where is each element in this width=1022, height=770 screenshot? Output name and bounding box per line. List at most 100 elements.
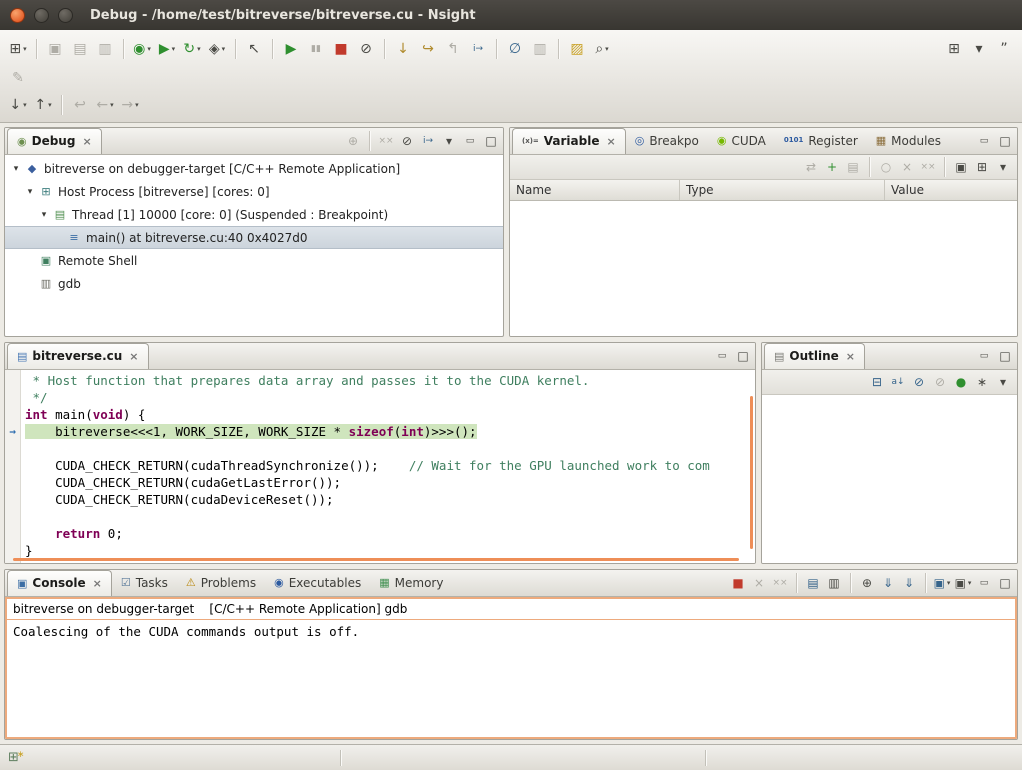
- minimize-icon[interactable]: ▭: [460, 131, 480, 151]
- close-icon[interactable]: ×: [93, 577, 102, 590]
- step-into-icon[interactable]: ↓: [391, 37, 415, 61]
- column-header-value[interactable]: Value: [885, 180, 1017, 200]
- tab-tasks[interactable]: ☑Tasks: [112, 570, 177, 596]
- remove-all-variables-icon[interactable]: ××: [918, 157, 938, 177]
- save-all-icon[interactable]: ▤: [68, 37, 92, 61]
- pin-console-icon[interactable]: ⊕: [857, 573, 877, 593]
- instruction-stepping-icon[interactable]: i→: [466, 37, 490, 61]
- tab-variable[interactable]: (x)=Variable×: [512, 128, 626, 154]
- maximize-icon[interactable]: □: [995, 131, 1015, 151]
- link-with-debug-icon[interactable]: ⊞: [972, 157, 992, 177]
- expander-icon[interactable]: ▾: [37, 210, 51, 220]
- remove-variable-icon[interactable]: ×: [897, 157, 917, 177]
- open-console-icon[interactable]: ▣▾: [932, 573, 952, 593]
- display-console-icon[interactable]: ▣▾: [953, 573, 973, 593]
- hide-static-icon[interactable]: ⊘: [930, 372, 950, 392]
- maximize-icon[interactable]: □: [995, 573, 1015, 593]
- profile-icon[interactable]: ↻▾: [180, 37, 204, 61]
- code-editor[interactable]: → * Host function that prepares data arr…: [5, 370, 755, 563]
- tab-cuda[interactable]: ◉CUDA: [708, 128, 775, 154]
- minimize-icon[interactable]: ▭: [974, 346, 994, 366]
- variables-table-body[interactable]: [510, 201, 1017, 336]
- debug-tree-item[interactable]: ▾⊞Host Process [bitreverse] [cores: 0]: [5, 180, 503, 203]
- hide-fields-icon[interactable]: ⊘: [909, 372, 929, 392]
- disconnect-view-icon[interactable]: ⊘: [397, 131, 417, 151]
- expander-icon[interactable]: ▾: [23, 187, 37, 197]
- column-header-type[interactable]: Type: [680, 180, 885, 200]
- close-icon[interactable]: ×: [129, 350, 138, 363]
- search-icon[interactable]: ⌕▾: [590, 37, 614, 61]
- expander-icon[interactable]: ▾: [9, 164, 23, 174]
- window-maximize-button[interactable]: [58, 8, 73, 23]
- column-header-name[interactable]: Name: [510, 180, 680, 200]
- maximize-icon[interactable]: □: [733, 346, 753, 366]
- close-icon[interactable]: ×: [82, 135, 91, 148]
- clear-console-icon[interactable]: ▤: [803, 573, 823, 593]
- disable-variable-icon[interactable]: ○: [876, 157, 896, 177]
- tab-debug[interactable]: ◉Debug×: [7, 128, 102, 154]
- tab-console[interactable]: ▣Console×: [7, 570, 112, 596]
- maximize-icon[interactable]: □: [995, 346, 1015, 366]
- tab-bitreverse-cu[interactable]: ▤bitreverse.cu×: [7, 343, 149, 369]
- remove-all-launches-icon[interactable]: ××: [770, 573, 790, 593]
- vertical-scrollbar[interactable]: [750, 396, 753, 549]
- horizontal-scrollbar[interactable]: [13, 558, 739, 561]
- scroll-lock-icon[interactable]: ▥: [824, 573, 844, 593]
- resume-icon[interactable]: ▶: [279, 37, 303, 61]
- remove-launch-icon[interactable]: ×: [749, 573, 769, 593]
- maximize-icon[interactable]: □: [481, 131, 501, 151]
- forward-icon[interactable]: →▾: [118, 93, 142, 117]
- new-wizard-icon[interactable]: ⊞▾: [6, 37, 30, 61]
- step-return-icon[interactable]: ↰: [441, 37, 465, 61]
- toolbar-overflow-icon[interactable]: ”: [992, 37, 1016, 61]
- drop-to-frame-icon[interactable]: ▥: [528, 37, 552, 61]
- new-view-icon[interactable]: ▣: [951, 157, 971, 177]
- copy-variables-icon[interactable]: ▤: [843, 157, 863, 177]
- window-minimize-button[interactable]: [34, 8, 49, 23]
- show-stdout-icon[interactable]: ⇓: [878, 573, 898, 593]
- add-global-variables-icon[interactable]: +: [822, 157, 842, 177]
- next-annotation-icon[interactable]: ↓▾: [6, 93, 30, 117]
- debug-tree-item[interactable]: ▣Remote Shell: [5, 249, 503, 272]
- disconnect-icon[interactable]: ⊘: [354, 37, 378, 61]
- console-body[interactable]: bitreverse on debugger-target [C/C++ Rem…: [5, 597, 1017, 739]
- debug-tree-item[interactable]: ▾◆bitreverse on debugger-target [C/C++ R…: [5, 157, 503, 180]
- open-element-icon[interactable]: ▨: [565, 37, 589, 61]
- minimize-icon[interactable]: ▭: [974, 131, 994, 151]
- open-perspective-icon[interactable]: ⊞: [942, 37, 966, 61]
- print-icon[interactable]: ▥: [93, 37, 117, 61]
- skip-breakpoints-icon[interactable]: ∅: [503, 37, 527, 61]
- console-output[interactable]: Coalescing of the CUDA commands output i…: [7, 620, 1015, 737]
- show-stderr-icon[interactable]: ⇓: [899, 573, 919, 593]
- suspend-icon[interactable]: ▮▮: [304, 37, 328, 61]
- tab-modules[interactable]: ▦Modules: [867, 128, 950, 154]
- hide-non-public-icon[interactable]: ●: [951, 372, 971, 392]
- tab-problems[interactable]: ⚠Problems: [177, 570, 265, 596]
- step-over-icon[interactable]: ↪: [416, 37, 440, 61]
- view-menu-icon[interactable]: ▾: [439, 131, 459, 151]
- terminate-icon[interactable]: ■: [329, 37, 353, 61]
- minimize-icon[interactable]: ▭: [974, 573, 994, 593]
- debug-icon[interactable]: ◉▾: [130, 37, 154, 61]
- instruction-stepping-toggle-icon[interactable]: i→: [418, 131, 438, 151]
- tab-register[interactable]: 0101Register: [775, 128, 867, 154]
- debug-tree-item[interactable]: ≡main() at bitreverse.cu:40 0x4027d0: [5, 226, 503, 249]
- prev-annotation-icon[interactable]: ↑▾: [31, 93, 55, 117]
- remove-all-terminated-icon[interactable]: ××: [376, 131, 396, 151]
- external-tools-icon[interactable]: ◈▾: [205, 37, 229, 61]
- minimize-icon[interactable]: ▭: [712, 346, 732, 366]
- outline-body[interactable]: [762, 395, 1017, 563]
- debug-tree-item[interactable]: ▥gdb: [5, 272, 503, 295]
- back-icon[interactable]: ←▾: [93, 93, 117, 117]
- close-icon[interactable]: ×: [846, 350, 855, 363]
- view-menu-icon[interactable]: ▾: [993, 157, 1013, 177]
- fast-view-icon[interactable]: ⊞∗: [8, 750, 24, 765]
- save-icon[interactable]: ▣: [43, 37, 67, 61]
- show-logical-structure-icon[interactable]: ⇄: [801, 157, 821, 177]
- sort-icon[interactable]: a↓: [888, 372, 908, 392]
- pin-view-icon[interactable]: ⊕: [343, 131, 363, 151]
- run-icon[interactable]: ▶▾: [155, 37, 179, 61]
- tab-executables[interactable]: ◉Executables: [265, 570, 370, 596]
- debug-tree-item[interactable]: ▾▤Thread [1] 10000 [core: 0] (Suspended …: [5, 203, 503, 226]
- view-menu-icon[interactable]: ▾: [993, 372, 1013, 392]
